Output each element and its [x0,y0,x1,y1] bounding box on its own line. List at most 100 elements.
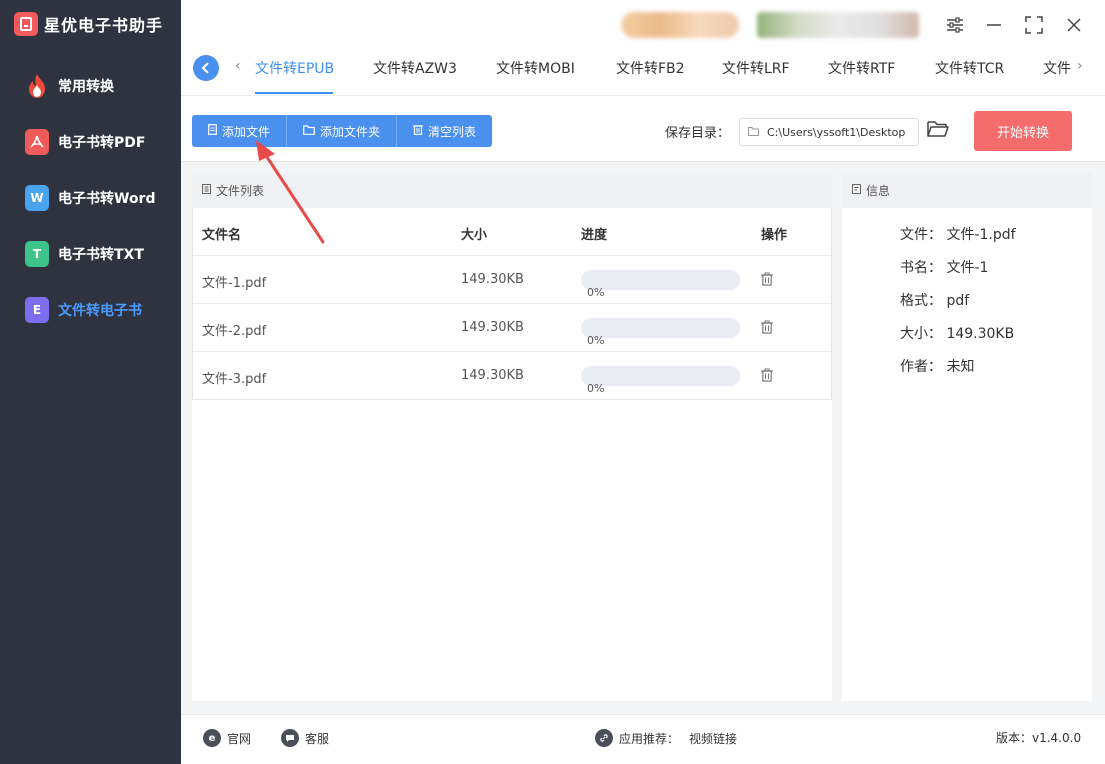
info-title: 信息 [866,184,891,198]
file-name: 文件-3.pdf [202,372,267,387]
list-icon [202,184,211,197]
progress-bar: 0% [581,366,740,395]
file-size: 149.30KB [461,320,524,335]
maximize-button[interactable] [1022,13,1046,37]
conversion-tabs: ‹ 文件转EPUB 文件转AZW3 文件转MOBI 文件转FB2 文件转LRF … [181,52,1105,96]
trash-icon [413,124,424,138]
delete-icon[interactable] [761,368,773,382]
column-size: 大小 [461,228,488,243]
clear-list-button[interactable]: 清空列表 [397,115,492,147]
active-tab-indicator [255,92,333,94]
back-button[interactable] [193,55,219,81]
blurred-account-info [757,12,919,38]
progress-text: 0% [587,286,605,299]
tab-file-to-fb2[interactable]: 文件转FB2 [616,58,685,78]
clear-list-label: 清空列表 [428,124,477,139]
support-label: 客服 [305,731,330,746]
txt-icon: T [25,241,49,267]
tab-strip: 文件转EPUB 文件转AZW3 文件转MOBI 文件转FB2 文件转LRF 文件… [241,52,1071,96]
info-panel: 信息 文件： 文件-1.pdf 书名： 文件-1 格式： pdf 大小： 149… [842,173,1092,701]
file-size: 149.30KB [461,272,524,287]
info-author: 作者： 未知 [900,359,975,375]
minimize-button[interactable] [982,13,1006,37]
tab-file-to-mobi[interactable]: 文件转MOBI [496,58,575,78]
info-file: 文件： 文件-1.pdf [900,227,1016,243]
tab-scroll-right-icon[interactable]: › [1077,58,1083,74]
file-name: 文件-1.pdf [202,276,267,291]
folder-icon [748,125,759,139]
add-file-label: 添加文件 [222,124,271,139]
info-icon [852,184,861,197]
sidebar-item-common-convert[interactable]: 常用转换 [0,64,181,108]
progress-text: 0% [587,334,605,347]
info-format: 格式： pdf [900,293,970,309]
settings-sliders-icon[interactable] [943,13,967,37]
app-logo-icon [14,12,38,36]
file-name: 文件-2.pdf [202,324,267,339]
start-convert-button[interactable]: 开始转换 [974,111,1072,151]
recommend-label: 应用推荐： [619,731,680,746]
support-link[interactable]: 客服 [281,729,329,747]
file-button-group: 添加文件 添加文件夹 清空列表 [192,115,493,147]
table-header: 文件名 大小 进度 操作 [192,208,832,256]
save-dir-label: 保存目录： [665,126,731,141]
blurred-user-info [621,12,739,38]
link-icon [595,729,613,747]
website-label: 官网 [227,731,252,746]
sidebar-item-ebook-to-word[interactable]: W 电子书转Word [0,176,181,220]
table-row[interactable]: 文件-1.pdf 149.30KB 0% [192,256,832,304]
file-list-panel: 文件列表 文件名 大小 进度 操作 文件-1.pdf 149.30KB 0% 文… [192,173,832,701]
progress-bar: 0% [581,270,740,299]
browse-folder-icon[interactable] [927,120,949,140]
sidebar-item-ebook-to-pdf[interactable]: 电子书转PDF [0,120,181,164]
progress-bar: 0% [581,318,740,347]
table-row[interactable]: 文件-2.pdf 149.30KB 0% [192,304,832,352]
add-folder-label: 添加文件夹 [320,124,381,139]
title-bar [181,0,1105,52]
tab-file-to-rtf[interactable]: 文件转RTF [828,58,895,78]
save-dir-field[interactable]: C:\Users\yssoft1\Desktop [739,118,919,146]
chat-bubble-icon [281,729,299,747]
tab-scroll-left-icon[interactable]: ‹ [235,58,241,74]
delete-icon[interactable] [761,320,773,334]
website-link[interactable]: e 官网 [203,729,251,747]
sidebar-item-label: 电子书转TXT [58,247,144,263]
sidebar-item-label: 文件转电子书 [58,303,142,319]
info-book-name: 书名： 文件-1 [900,260,989,276]
save-dir-value: C:\Users\yssoft1\Desktop [767,125,906,139]
status-bar: e 官网 客服 应用推荐： 视频链接 版本：v1.4.0.0 [181,714,1105,764]
column-progress: 进度 [581,228,608,243]
column-name: 文件名 [202,228,242,243]
table-row[interactable]: 文件-3.pdf 149.30KB 0% [192,352,832,400]
ebook-icon: E [25,297,49,323]
ie-globe-icon: e [203,729,221,747]
toolbar: 添加文件 添加文件夹 清空列表 保存目录： C:\Users\yssoft1\D… [181,96,1105,162]
column-action: 操作 [761,228,788,243]
info-header: 信息 [842,173,1092,208]
sidebar-item-label: 常用转换 [58,79,114,95]
delete-icon[interactable] [761,272,773,286]
flame-icon [25,73,49,99]
app-brand: 星优电子书助手 [14,12,163,36]
sidebar-item-label: 电子书转PDF [58,135,146,151]
video-link[interactable]: 视频链接 [689,730,737,747]
sidebar-item-file-to-ebook[interactable]: E 文件转电子书 [0,288,181,332]
tab-file-to-lrf[interactable]: 文件转LRF [722,58,790,78]
tab-file-to-azw3[interactable]: 文件转AZW3 [373,58,457,78]
sidebar-item-ebook-to-txt[interactable]: T 电子书转TXT [0,232,181,276]
file-list-header: 文件列表 [192,173,832,208]
pdf-icon [25,129,49,155]
add-folder-button[interactable]: 添加文件夹 [287,115,398,147]
close-button[interactable] [1062,13,1086,37]
tab-file-to-more[interactable]: 文件转 [1043,58,1071,78]
tab-file-to-epub[interactable]: 文件转EPUB [255,58,334,78]
file-icon [208,124,217,138]
tab-file-to-tcr[interactable]: 文件转TCR [935,58,1004,78]
file-list-title: 文件列表 [216,184,265,198]
info-size: 大小： 149.30KB [900,326,1015,342]
recommend-area: 应用推荐： 视频链接 [595,729,737,747]
add-file-button[interactable]: 添加文件 [192,115,288,147]
folder-icon [303,124,315,138]
app-title: 星优电子书助手 [44,16,164,35]
progress-text: 0% [587,382,605,395]
